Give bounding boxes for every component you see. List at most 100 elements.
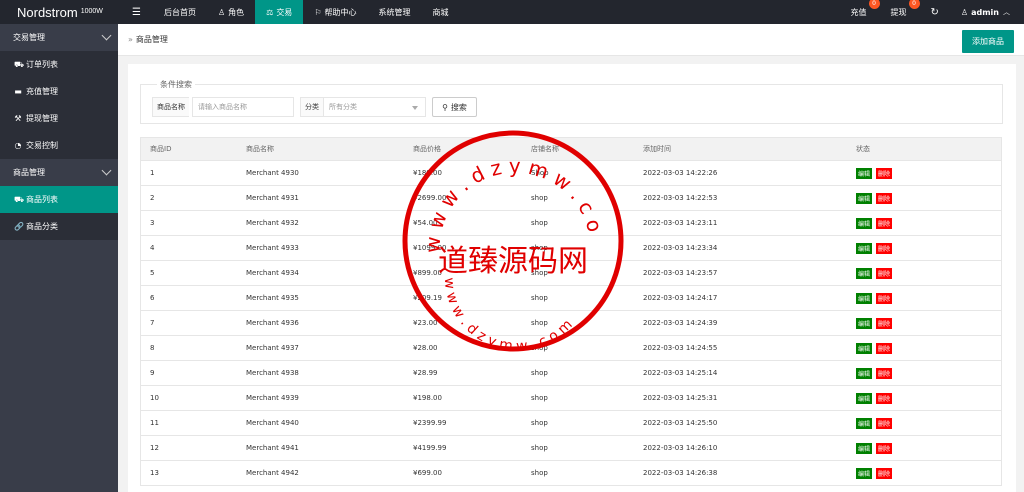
delete-button[interactable]: 删除 (876, 417, 893, 429)
col-header-id[interactable]: 商品ID (150, 144, 171, 154)
sidebar-item-recharge[interactable]: ▬ 充值管理 (0, 78, 118, 105)
monitor-icon: ▬ (14, 87, 22, 96)
table-row: 12 Merchant 4941 ¥4199.99 shop 2022-03-03 14… (140, 436, 1002, 461)
cell-name: Merchant 4933 (246, 244, 299, 252)
user-menu[interactable]: ♙ admin ︿ (951, 0, 1024, 24)
cell-price: ¥1099.00 (413, 244, 447, 252)
sidebar-item-trade-control[interactable]: ◔ 交易控制 (0, 132, 118, 159)
edit-button[interactable]: 编辑 (856, 417, 873, 429)
sidebar-item-orders[interactable]: ⛟ 订单列表 (0, 51, 118, 78)
nav-item-trade[interactable]: ⚖ 交易 (255, 0, 304, 24)
nav-item-help[interactable]: ⚐ 帮助中心 (303, 0, 367, 24)
sidebar-group-label: 交易管理 (13, 33, 45, 42)
edit-button[interactable]: 编辑 (856, 242, 873, 254)
edit-button[interactable]: 编辑 (856, 292, 873, 304)
edit-button[interactable]: 编辑 (856, 342, 873, 354)
cell-name: Merchant 4934 (246, 269, 299, 277)
delete-button[interactable]: 删除 (876, 342, 893, 354)
row-actions: 编辑 删除 (856, 342, 893, 354)
delete-button[interactable]: 删除 (876, 392, 893, 404)
cell-name: Merchant 4931 (246, 194, 299, 202)
delete-button[interactable]: 删除 (876, 167, 893, 179)
cell-name: Merchant 4937 (246, 344, 299, 352)
sidebar-item-withdraw[interactable]: ⚒ 提现管理 (0, 105, 118, 132)
product-table: 商品ID 商品名称 商品价格 店铺名称 添加时间 状态 1 Merchant 49… (140, 137, 1002, 486)
cell-id: 13 (150, 469, 159, 477)
edit-button[interactable]: 编辑 (856, 367, 873, 379)
table-row: 9 Merchant 4938 ¥28.99 shop 2022-03-03 14:25… (140, 361, 1002, 386)
product-name-input[interactable]: 请输入商品名称 (192, 97, 294, 117)
add-product-button[interactable]: 添加商品 (962, 30, 1014, 53)
top-right-actions: 充值 0 提现 0 ↻ ♙ admin ︿ (839, 0, 1024, 24)
delete-button[interactable]: 删除 (876, 192, 893, 204)
withdraw-link[interactable]: 提现 0 (879, 0, 920, 24)
sidebar-submenu-trade: ⛟ 订单列表 ▬ 充值管理 ⚒ 提现管理 ◔ 交易控制 (0, 51, 118, 159)
delete-button[interactable]: 删除 (876, 367, 893, 379)
nav-label: 交易 (276, 7, 293, 17)
nav-item-home[interactable]: 后台首页 (153, 0, 207, 24)
cart-icon: ⛟ (14, 59, 25, 69)
table-row: 10 Merchant 4939 ¥198.00 shop 2022-03-03 14:… (140, 386, 1002, 411)
cell-price: ¥28.99 (413, 369, 438, 377)
edit-button[interactable]: 编辑 (856, 167, 873, 179)
cell-time: 2022-03-03 14:24:17 (643, 294, 718, 302)
row-actions: 编辑 删除 (856, 467, 893, 479)
edit-button[interactable]: 编辑 (856, 192, 873, 204)
recharge-link[interactable]: 充值 0 (839, 0, 880, 24)
double-chevron-right-icon: » (128, 35, 133, 44)
cell-name: Merchant 4936 (246, 319, 299, 327)
category-select[interactable]: 所有分类 (323, 97, 426, 117)
edit-button[interactable]: 编辑 (856, 267, 873, 279)
nav-item-mall[interactable]: 商城 (421, 0, 459, 24)
table-row: 8 Merchant 4937 ¥28.00 shop 2022-03-03 14:24… (140, 336, 1002, 361)
delete-button[interactable]: 删除 (876, 317, 893, 329)
sidebar-item-label: 提现管理 (26, 114, 58, 123)
link-icon: 🔗 (14, 222, 24, 231)
cell-time: 2022-03-03 14:23:11 (643, 219, 718, 227)
search-button-label: 搜索 (450, 102, 467, 112)
nav-item-system[interactable]: 系统管理 (367, 0, 421, 24)
sidebar-group-products[interactable]: 商品管理 (0, 159, 118, 186)
search-button[interactable]: ⚲ 搜索 (432, 97, 477, 117)
col-header-time[interactable]: 添加时间 (643, 144, 671, 154)
delete-button[interactable]: 删除 (876, 217, 893, 229)
category-select-value: 所有分类 (329, 103, 357, 111)
col-header-name[interactable]: 商品名称 (246, 144, 274, 154)
edit-button[interactable]: 编辑 (856, 317, 873, 329)
brand-logo[interactable]: Nordstrom 1000W (0, 5, 118, 20)
delete-button[interactable]: 删除 (876, 242, 893, 254)
edit-button[interactable]: 编辑 (856, 467, 873, 479)
cell-time: 2022-03-03 14:26:10 (643, 444, 718, 452)
edit-button[interactable]: 编辑 (856, 217, 873, 229)
sidebar-item-product-list[interactable]: ⛟ 商品列表 (0, 186, 118, 213)
row-actions: 编辑 删除 (856, 292, 893, 304)
sidebar-group-trade[interactable]: 交易管理 (0, 24, 118, 51)
table-row: 3 Merchant 4932 ¥54.00 shop 2022-03-03 14:23… (140, 211, 1002, 236)
sidebar-item-label: 订单列表 (26, 60, 58, 69)
menu-toggle-icon[interactable]: ☰ (118, 0, 153, 24)
cell-shop: Shop (531, 169, 549, 177)
row-actions: 编辑 删除 (856, 317, 893, 329)
cell-price: ¥23.00 (413, 319, 438, 327)
cell-time: 2022-03-03 14:23:57 (643, 269, 718, 277)
col-header-shop[interactable]: 店铺名称 (531, 144, 559, 154)
col-header-price[interactable]: 商品价格 (413, 144, 441, 154)
withdraw-label: 提现 (890, 7, 907, 17)
username: admin (971, 7, 999, 17)
nav-label: 系统管理 (378, 7, 411, 17)
sidebar-item-product-category[interactable]: 🔗 商品分类 (0, 213, 118, 240)
refresh-icon[interactable]: ↻ (919, 0, 951, 24)
delete-button[interactable]: 删除 (876, 442, 893, 454)
hammer-icon: ⚒ (14, 114, 22, 123)
delete-button[interactable]: 删除 (876, 292, 893, 304)
row-actions: 编辑 删除 (856, 167, 893, 179)
delete-button[interactable]: 删除 (876, 467, 893, 479)
edit-button[interactable]: 编辑 (856, 392, 873, 404)
col-header-status[interactable]: 状态 (856, 144, 870, 154)
sidebar-item-label: 商品分类 (26, 222, 58, 231)
nav-item-role[interactable]: ♙ 角色 (207, 0, 255, 24)
main-card: 条件搜索 商品名称 请输入商品名称 分类 所有分类 ⚲ 搜索 商品ID 商品名称 … (128, 64, 1016, 492)
delete-button[interactable]: 删除 (876, 267, 893, 279)
cell-shop: shop (531, 294, 548, 302)
edit-button[interactable]: 编辑 (856, 442, 873, 454)
